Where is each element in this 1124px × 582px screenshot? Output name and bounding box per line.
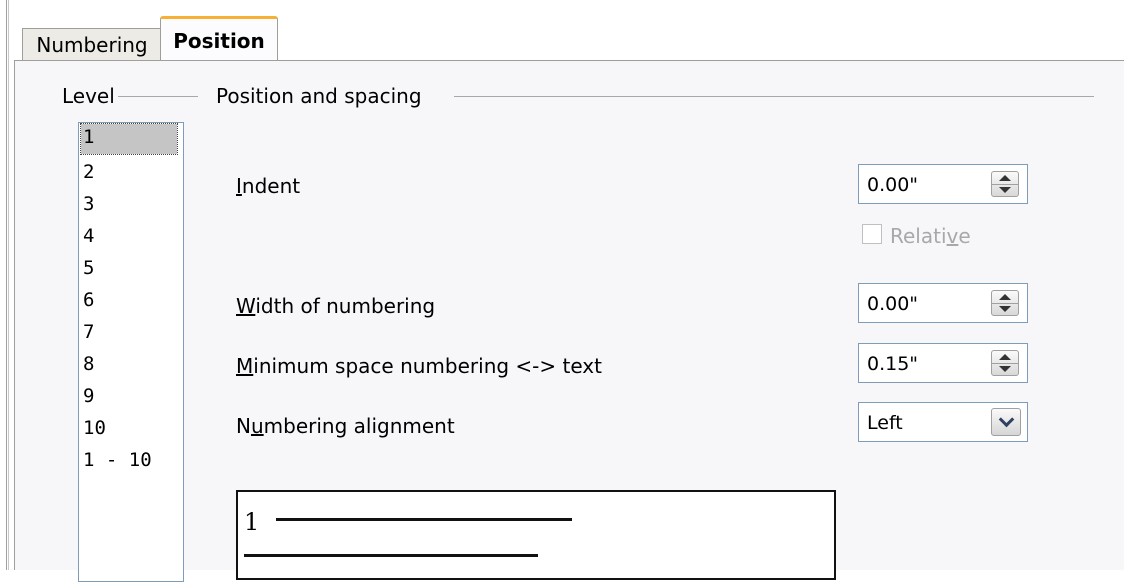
level-item-all[interactable]: 1 - 10 [83, 451, 152, 470]
position-spacing-group-rule [454, 96, 1094, 97]
level-group-rule [118, 96, 198, 97]
level-item-6[interactable]: 6 [83, 291, 94, 310]
level-item-1[interactable]: 1 [80, 123, 178, 155]
arrow-up-icon [999, 354, 1011, 360]
preview-text-line-2 [244, 554, 538, 557]
tab-numbering[interactable]: Numbering [22, 28, 162, 61]
minimum-space-value[interactable]: 0.15" [867, 355, 918, 374]
numbering-alignment-value[interactable]: Left [867, 414, 903, 433]
level-item-5[interactable]: 5 [83, 259, 94, 278]
relative-checkbox[interactable] [862, 224, 882, 244]
level-item-4[interactable]: 4 [83, 227, 94, 246]
minimum-space-label: Minimum space numbering <-> text [236, 354, 602, 378]
level-group-title: Level [62, 84, 115, 108]
chevron-down-icon [998, 411, 1014, 428]
preview-box: 1 [236, 490, 836, 580]
indent-value[interactable]: 0.00" [867, 176, 918, 195]
numbering-alignment-label: Numbering alignment [236, 414, 455, 438]
level-listbox[interactable]: 1 2 3 4 5 6 7 8 9 10 1 - 10 [78, 122, 184, 582]
arrow-up-icon [999, 294, 1011, 300]
arrow-down-icon [999, 187, 1011, 193]
level-item-7[interactable]: 7 [83, 323, 94, 342]
level-item-9[interactable]: 9 [83, 387, 94, 406]
minimum-space-spin-buttons[interactable] [991, 350, 1019, 376]
width-of-numbering-label: Width of numbering [236, 294, 436, 318]
numbering-alignment-dropdown-button[interactable] [991, 408, 1021, 436]
preview-number: 1 [244, 508, 260, 536]
indent-spinfield[interactable]: 0.00" [858, 164, 1028, 204]
arrow-up-icon [999, 175, 1011, 181]
minimum-space-spinfield[interactable]: 0.15" [858, 343, 1028, 383]
level-item-8[interactable]: 8 [83, 355, 94, 374]
numbering-alignment-select[interactable]: Left [858, 402, 1028, 442]
width-of-numbering-value[interactable]: 0.00" [867, 295, 918, 314]
indent-label: Indent [236, 174, 301, 198]
position-spacing-group-title: Position and spacing [216, 84, 422, 108]
minimum-space-decrement[interactable] [992, 363, 1018, 375]
arrow-down-icon [999, 366, 1011, 372]
level-item-2[interactable]: 2 [83, 163, 94, 182]
indent-decrement[interactable] [992, 184, 1018, 196]
indent-spin-buttons[interactable] [991, 171, 1019, 197]
width-spin-buttons[interactable] [991, 290, 1019, 316]
relative-label: Relative [890, 224, 971, 248]
tab-position[interactable]: Position [160, 16, 278, 62]
level-item-3[interactable]: 3 [83, 195, 94, 214]
level-item-10[interactable]: 10 [83, 419, 106, 438]
arrow-down-icon [999, 306, 1011, 312]
width-of-numbering-spinfield[interactable]: 0.00" [858, 283, 1028, 323]
preview-text-line-1 [276, 518, 572, 521]
dialog-left-border [6, 0, 9, 570]
width-decrement[interactable] [992, 303, 1018, 315]
